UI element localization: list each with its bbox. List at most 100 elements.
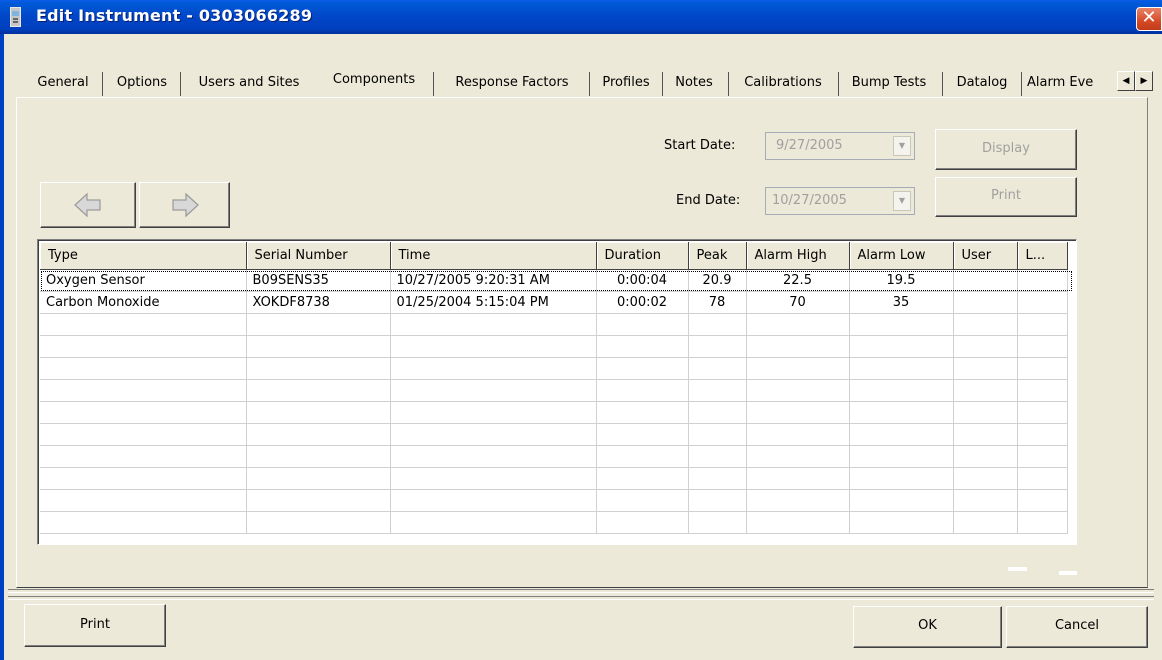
column-header-time[interactable]: Time <box>390 242 597 270</box>
empty-row <box>40 445 1068 468</box>
empty-cell <box>1017 489 1068 512</box>
empty-row <box>40 489 1068 512</box>
empty-row <box>40 467 1068 490</box>
close-button[interactable]: ✕ <box>1136 7 1162 31</box>
empty-cell <box>953 489 1018 512</box>
cancel-button[interactable]: Cancel <box>1006 606 1148 648</box>
tab-response-factors[interactable]: Response Factors <box>438 69 586 97</box>
empty-cell <box>596 467 689 490</box>
empty-cell <box>688 423 747 446</box>
next-button[interactable] <box>139 182 230 228</box>
tab-datalog[interactable]: Datalog <box>946 69 1018 97</box>
empty-cell <box>40 489 247 512</box>
cell-user <box>953 291 1018 314</box>
empty-row <box>40 511 1068 534</box>
empty-cell <box>953 445 1018 468</box>
empty-cell <box>688 313 747 336</box>
empty-cell <box>953 379 1018 402</box>
empty-cell <box>746 401 850 424</box>
empty-cell <box>1017 445 1068 468</box>
arrow-right-icon <box>171 192 199 218</box>
print-button[interactable]: Print <box>24 604 166 647</box>
empty-cell <box>746 335 850 358</box>
display-button[interactable]: Display <box>935 129 1077 170</box>
empty-cell <box>1017 401 1068 424</box>
print-filter-button[interactable]: Print <box>935 177 1077 217</box>
chevron-down-icon[interactable]: ▼ <box>893 136 911 156</box>
cell-serial-number: XOKDF8738 <box>246 291 391 314</box>
empty-cell <box>953 335 1018 358</box>
empty-cell <box>596 511 689 534</box>
empty-cell <box>953 467 1018 490</box>
end-date-picker[interactable]: 10/27/2005 ▼ <box>765 187 915 215</box>
empty-cell <box>246 401 391 424</box>
empty-cell <box>746 489 850 512</box>
empty-cell <box>688 379 747 402</box>
tab-alarm-events[interactable]: Alarm Eve <box>1027 69 1115 97</box>
tab-notes[interactable]: Notes <box>666 69 722 97</box>
components-grid[interactable]: Type Serial Number Time Duration Peak Al… <box>37 239 1077 545</box>
empty-row <box>40 313 1068 336</box>
column-header-type[interactable]: Type <box>40 242 247 270</box>
column-header-user[interactable]: User <box>953 242 1018 270</box>
column-header-serial-number[interactable]: Serial Number <box>246 242 391 270</box>
empty-cell <box>596 401 689 424</box>
empty-cell <box>246 335 391 358</box>
cell-duration: 0:00:02 <box>596 291 689 314</box>
empty-cell <box>390 313 597 336</box>
empty-cell <box>688 357 747 380</box>
empty-cell <box>746 445 850 468</box>
empty-cell <box>390 401 597 424</box>
table-row[interactable]: Oxygen Sensor B09SENS35 10/27/2005 9:20:… <box>40 269 1068 292</box>
tab-components[interactable]: Components <box>320 66 428 94</box>
tab-calibrations[interactable]: Calibrations <box>733 69 833 97</box>
chevron-down-icon[interactable]: ▼ <box>893 191 911 211</box>
empty-cell <box>596 445 689 468</box>
empty-cell <box>246 423 391 446</box>
ok-button[interactable]: OK <box>853 606 1002 648</box>
empty-cell <box>849 379 954 402</box>
empty-cell <box>40 423 247 446</box>
empty-cell <box>390 511 597 534</box>
table-row[interactable]: Carbon Monoxide XOKDF8738 01/25/2004 5:1… <box>40 291 1068 314</box>
empty-cell <box>688 489 747 512</box>
cell-l <box>1017 291 1068 314</box>
cell-serial-number: B09SENS35 <box>246 269 391 292</box>
cell-peak: 78 <box>688 291 747 314</box>
tab-profiles[interactable]: Profiles <box>593 69 659 97</box>
resize-marker <box>1059 571 1077 575</box>
empty-cell <box>40 357 247 380</box>
empty-cell <box>390 379 597 402</box>
column-header-l[interactable]: L... <box>1017 242 1068 270</box>
column-header-peak[interactable]: Peak <box>688 242 747 270</box>
title-bar: Edit Instrument - 0303066289 ✕ <box>0 0 1162 34</box>
tab-general[interactable]: General <box>29 69 97 97</box>
empty-cell <box>246 357 391 380</box>
cell-alarm-low: 19.5 <box>849 269 954 292</box>
empty-cell <box>953 313 1018 336</box>
column-header-alarm-high[interactable]: Alarm High <box>746 242 850 270</box>
column-header-duration[interactable]: Duration <box>596 242 689 270</box>
divider <box>8 596 1154 600</box>
tab-scroll-right-button[interactable]: ▶ <box>1135 71 1153 91</box>
end-date-label: End Date: <box>676 193 741 208</box>
window-frame <box>0 34 4 660</box>
tab-bump-tests[interactable]: Bump Tests <box>842 69 936 97</box>
empty-cell <box>746 313 850 336</box>
empty-cell <box>1017 379 1068 402</box>
column-header-alarm-low[interactable]: Alarm Low <box>849 242 954 270</box>
empty-cell <box>40 511 247 534</box>
tab-users-and-sites[interactable]: Users and Sites <box>186 69 312 97</box>
empty-cell <box>746 357 850 380</box>
start-date-picker[interactable]: 9/27/2005 ▼ <box>765 132 915 160</box>
empty-cell <box>746 379 850 402</box>
empty-cell <box>246 511 391 534</box>
tab-options[interactable]: Options <box>108 69 176 97</box>
tab-scroll-left-button[interactable]: ◀ <box>1117 71 1135 91</box>
cell-time: 10/27/2005 9:20:31 AM <box>390 269 597 292</box>
cell-time: 01/25/2004 5:15:04 PM <box>390 291 597 314</box>
empty-cell <box>746 423 850 446</box>
cell-type: Oxygen Sensor <box>40 269 247 292</box>
arrow-left-icon <box>74 192 101 218</box>
previous-button[interactable] <box>40 182 136 228</box>
